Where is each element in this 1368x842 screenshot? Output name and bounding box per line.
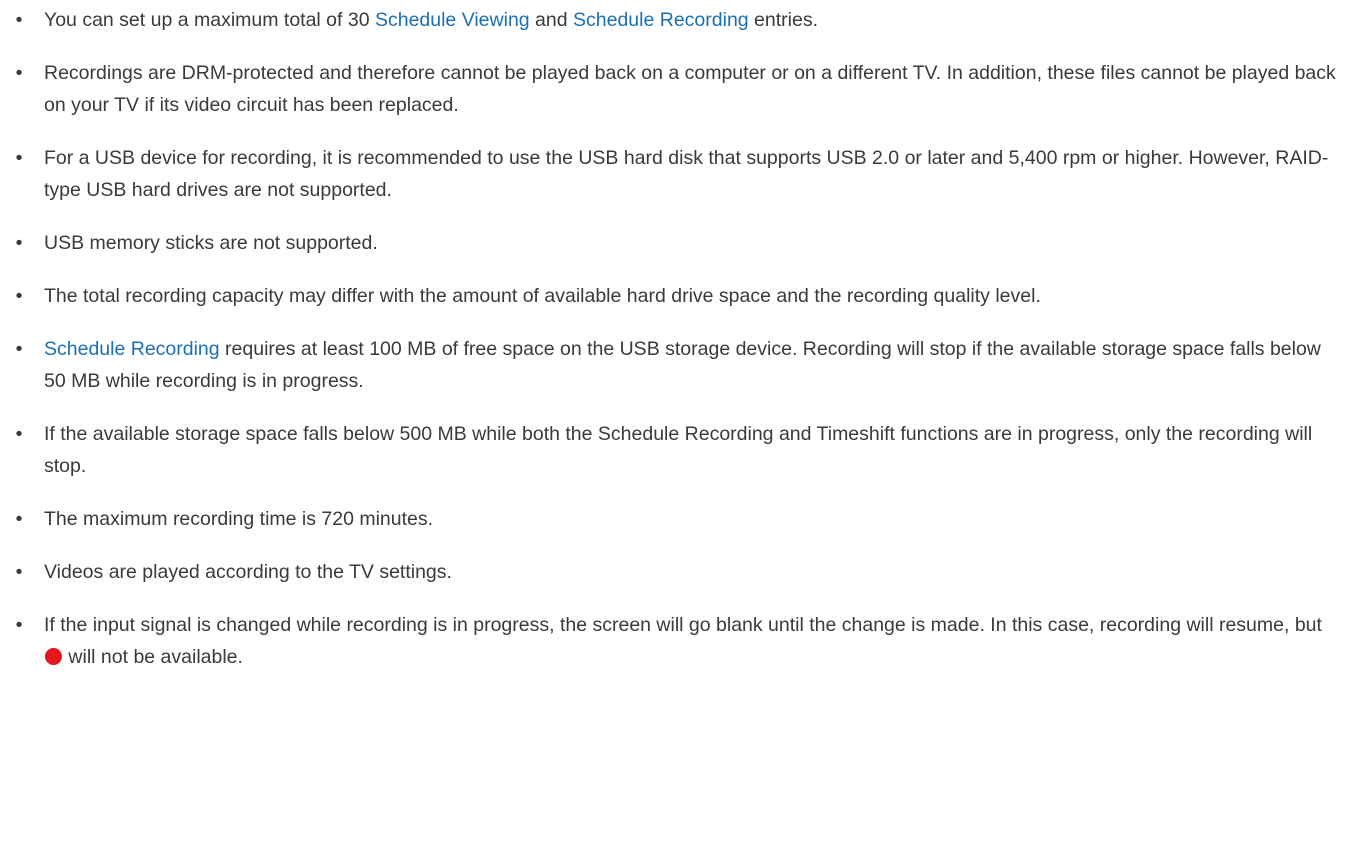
- bullet: •: [15, 508, 23, 530]
- list-item: • If the input signal is changed while r…: [0, 609, 1368, 673]
- schedule-recording-link[interactable]: Schedule Recording: [44, 338, 220, 360]
- bullet: •: [15, 285, 23, 307]
- list-item: • USB memory sticks are not supported.: [0, 227, 1368, 259]
- note-text: requires at least 100 MB of free space o…: [44, 338, 1321, 392]
- note-text: You can set up a maximum total of 30: [44, 9, 375, 31]
- list-item: • The maximum recording time is 720 minu…: [0, 503, 1368, 535]
- bullet: •: [15, 614, 23, 636]
- note-text: If the available storage space falls bel…: [44, 423, 1313, 477]
- note-text: USB memory sticks are not supported.: [44, 232, 378, 254]
- schedule-viewing-link[interactable]: Schedule Viewing: [375, 9, 530, 31]
- note-text: will not be available.: [63, 646, 243, 668]
- list-item: • Videos are played according to the TV …: [0, 556, 1368, 588]
- bullet: •: [15, 62, 23, 84]
- note-text: The maximum recording time is 720 minute…: [44, 508, 434, 530]
- note-text: Videos are played according to the TV se…: [44, 561, 452, 583]
- bullet: •: [15, 232, 23, 254]
- list-item: • For a USB device for recording, it is …: [0, 142, 1368, 206]
- note-text: The total recording capacity may differ …: [44, 285, 1041, 307]
- list-item: • Recordings are DRM-protected and there…: [0, 57, 1368, 121]
- note-text: entries.: [748, 9, 819, 31]
- bullet: •: [15, 338, 23, 360]
- note-text: If the input signal is changed while rec…: [44, 614, 1322, 636]
- list-item: • If the available storage space falls b…: [0, 418, 1368, 482]
- bullet: •: [15, 147, 23, 169]
- bullet: •: [15, 423, 23, 445]
- schedule-recording-link[interactable]: Schedule Recording: [573, 9, 749, 31]
- note-text: For a USB device for recording, it is re…: [44, 147, 1329, 201]
- bullet: •: [15, 561, 23, 583]
- note-text: Recordings are DRM-protected and therefo…: [44, 62, 1336, 116]
- list-item: • You can set up a maximum total of 30 S…: [0, 4, 1368, 36]
- list-item: • The total recording capacity may diffe…: [0, 280, 1368, 312]
- bullet: •: [15, 9, 23, 31]
- record-icon: [45, 648, 62, 665]
- manual-page: • You can set up a maximum total of 30 S…: [0, 0, 1368, 842]
- list-item: • Schedule Recording requires at least 1…: [0, 333, 1368, 397]
- notes-list: • You can set up a maximum total of 30 S…: [0, 4, 1368, 694]
- note-text: and: [529, 9, 574, 31]
